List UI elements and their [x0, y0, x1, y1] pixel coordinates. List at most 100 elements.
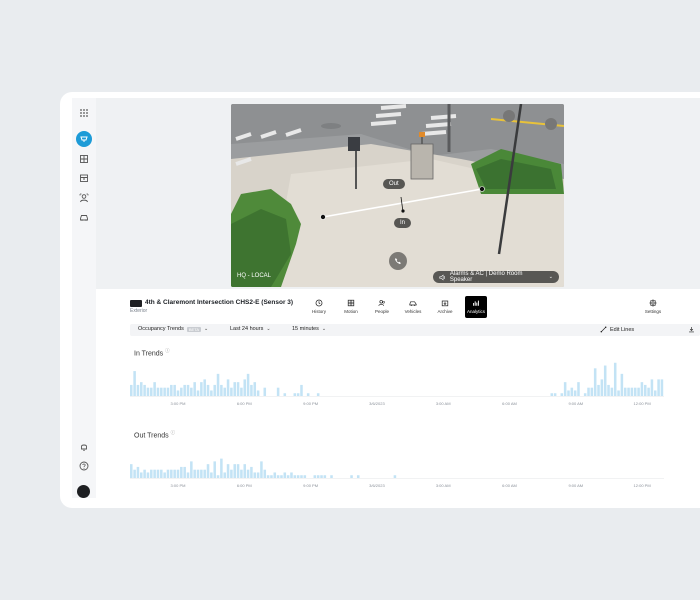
chart-bar[interactable] — [550, 393, 554, 396]
chart-bar[interactable] — [213, 461, 216, 478]
chart-bar[interactable] — [256, 390, 260, 396]
chart-bar[interactable] — [650, 379, 654, 396]
chart-bar[interactable] — [560, 393, 564, 396]
range-dropdown[interactable]: Last 24 hours ⌄ — [230, 326, 271, 332]
edit-lines-button[interactable]: Edit Lines — [600, 326, 634, 333]
chart-bar[interactable] — [136, 384, 140, 396]
chart-bar[interactable] — [193, 382, 196, 396]
chart-bar[interactable] — [643, 384, 647, 396]
chart-bar[interactable] — [243, 379, 247, 396]
chart-bar[interactable] — [196, 469, 200, 478]
building-icon[interactable] — [75, 150, 93, 168]
chart-bar[interactable] — [216, 373, 220, 396]
chart-bar[interactable] — [140, 472, 143, 478]
chart-bar[interactable] — [146, 387, 150, 396]
chart-bar[interactable] — [260, 461, 263, 478]
chart-bar[interactable] — [193, 469, 196, 478]
tab-people[interactable]: People — [371, 296, 393, 318]
chart-bar[interactable] — [577, 382, 580, 396]
chart-bar[interactable] — [146, 472, 150, 478]
chart-bar[interactable] — [236, 382, 240, 396]
chart-bar[interactable] — [573, 390, 577, 396]
chart-bar[interactable] — [233, 382, 236, 396]
chart-bar[interactable] — [173, 384, 176, 396]
chart-bar[interactable] — [296, 475, 300, 478]
chart-bar[interactable] — [623, 387, 627, 396]
chart-bar[interactable] — [156, 387, 160, 396]
chart-bar[interactable] — [286, 475, 290, 478]
chart-bar[interactable] — [593, 368, 597, 396]
chart-bar[interactable] — [620, 373, 624, 396]
chart-bar[interactable] — [283, 393, 287, 396]
chart-bar[interactable] — [256, 472, 260, 478]
tab-archive[interactable]: Archive — [434, 296, 456, 318]
chart-bar[interactable] — [176, 469, 180, 478]
chart-bar[interactable] — [153, 382, 156, 396]
chart-bar[interactable] — [130, 464, 133, 478]
chart-bar[interactable] — [133, 371, 136, 396]
chart-bar[interactable] — [553, 393, 557, 396]
chart-bar[interactable] — [226, 379, 230, 396]
chart-bar[interactable] — [350, 475, 353, 478]
chart-bar[interactable] — [273, 472, 277, 478]
chart-bar[interactable] — [303, 475, 307, 478]
chart-bar[interactable] — [236, 464, 240, 478]
chart-bar[interactable] — [587, 387, 590, 396]
chart-bar[interactable] — [170, 469, 173, 478]
chart-bar[interactable] — [316, 393, 320, 396]
tab-analytics[interactable]: Analytics — [465, 296, 487, 318]
chart-bar[interactable] — [330, 475, 333, 478]
chart-bar[interactable] — [196, 390, 200, 396]
interval-dropdown[interactable]: 15 minutes ⌄ — [292, 326, 326, 332]
metric-dropdown[interactable]: Occupancy Trends BETA ⌄ — [138, 326, 208, 332]
people-icon[interactable] — [75, 189, 93, 207]
chart-bar[interactable] — [270, 475, 273, 478]
bell-icon[interactable] — [75, 438, 93, 456]
chart-bar[interactable] — [647, 387, 650, 396]
chart-bar[interactable] — [630, 387, 634, 396]
chart-bar[interactable] — [203, 379, 206, 396]
chart-bar[interactable] — [160, 387, 163, 396]
chart-bar[interactable] — [567, 390, 570, 396]
download-button[interactable] — [688, 326, 695, 333]
chart-bar[interactable] — [203, 469, 206, 478]
chart-bar[interactable] — [583, 393, 587, 396]
chart-bar[interactable] — [316, 475, 320, 478]
chart-bar[interactable] — [230, 387, 233, 396]
chart-bar[interactable] — [240, 469, 243, 478]
chart-bar[interactable] — [220, 458, 223, 478]
chart-bar[interactable] — [223, 387, 226, 396]
chart-bar[interactable] — [180, 466, 183, 478]
chart-bar[interactable] — [186, 472, 190, 478]
chart-bar[interactable] — [230, 469, 233, 478]
chart-bar[interactable] — [253, 382, 257, 396]
tab-settings[interactable]: Settings — [642, 296, 664, 318]
chart-bar[interactable] — [313, 475, 317, 478]
chart-bar[interactable] — [173, 469, 176, 478]
tab-motion[interactable]: Motion — [340, 296, 362, 318]
chart-bar[interactable] — [183, 466, 186, 478]
chart-bar[interactable] — [243, 464, 247, 478]
chart-bar[interactable] — [610, 387, 614, 396]
chart-bar[interactable] — [176, 390, 180, 396]
chart-bar[interactable] — [603, 365, 607, 396]
chart-bar[interactable] — [607, 384, 610, 396]
chart-bar[interactable] — [640, 382, 644, 396]
chart-bar[interactable] — [250, 384, 253, 396]
chart-bar[interactable] — [393, 475, 397, 478]
chart-bar[interactable] — [140, 382, 143, 396]
chart-bar[interactable] — [660, 379, 664, 396]
chart-bar[interactable] — [210, 390, 213, 396]
speaker-selector[interactable]: Alarms & AC | Demo Room Speaker ⌄ — [433, 271, 559, 283]
chart-bar[interactable] — [300, 384, 303, 396]
tab-vehicles[interactable]: Vehicles — [402, 296, 424, 318]
chart-bar[interactable] — [170, 384, 173, 396]
archive-icon[interactable] — [75, 169, 93, 187]
chart-bar[interactable] — [240, 387, 243, 396]
help-icon[interactable] — [75, 457, 93, 475]
chart-bar[interactable] — [143, 384, 146, 396]
chart-bar[interactable] — [613, 362, 617, 396]
chart-bar[interactable] — [263, 469, 267, 478]
chart-bar[interactable] — [206, 384, 210, 396]
chart-bar[interactable] — [590, 387, 594, 396]
